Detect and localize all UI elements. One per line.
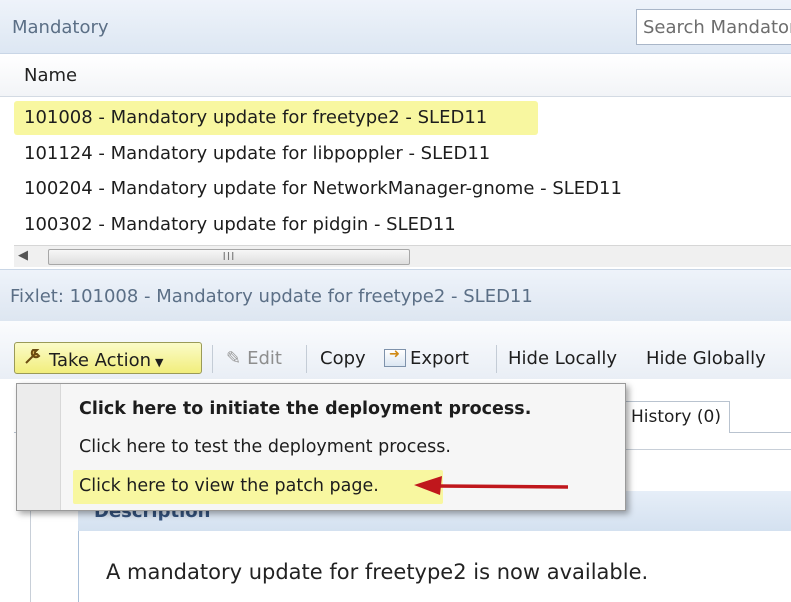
list-item[interactable]: 101008 - Mandatory update for freetype2 …	[14, 101, 538, 135]
search-input[interactable]: Search Mandatory	[636, 9, 791, 45]
list-item[interactable]: 101124 - Mandatory update for libpoppler…	[14, 137, 490, 171]
annotation-arrow-icon	[414, 476, 569, 495]
horizontal-scrollbar[interactable]: ◀ III	[14, 245, 791, 267]
description-text: A mandatory update for freetype2 is now …	[106, 560, 649, 584]
fixlet-title-bar: Fixlet: 101008 - Mandatory update for fr…	[0, 269, 791, 321]
scrollbar-thumb[interactable]: III	[48, 249, 410, 265]
take-action-button[interactable]: Take Action ▼	[14, 342, 202, 374]
copy-button[interactable]: Copy	[320, 348, 366, 369]
wrench-icon	[23, 346, 49, 371]
list-item[interactable]: 100302 - Mandatory update for pidgin - S…	[14, 208, 456, 242]
chevron-down-icon: ▼	[155, 356, 164, 369]
hide-globally-button[interactable]: Hide Globally	[646, 348, 766, 369]
toolbar-separator	[496, 345, 497, 373]
tab-action-history[interactable]: History (0)	[622, 401, 730, 433]
export-icon	[384, 347, 406, 367]
menu-icon-gutter	[17, 384, 61, 510]
toolbar-separator	[212, 345, 213, 373]
export-label: Export	[410, 348, 469, 369]
menu-item-test-deployment[interactable]: Click here to test the deployment proces…	[73, 431, 451, 465]
menu-item-view-patch-page[interactable]: Click here to view the patch page.	[73, 470, 443, 504]
header-bar: Mandatory Search Mandatory	[0, 0, 791, 54]
column-header-name[interactable]: Name	[0, 55, 791, 97]
edit-label: Edit	[247, 348, 282, 369]
take-action-label: Take Action	[49, 350, 151, 371]
hide-locally-button[interactable]: Hide Locally	[508, 348, 617, 369]
edit-button[interactable]: ✎ Edit	[226, 348, 282, 369]
list-item[interactable]: 100204 - Mandatory update for NetworkMan…	[14, 172, 622, 206]
panel-title: Mandatory	[12, 17, 109, 38]
scroll-left-icon[interactable]: ◀	[18, 248, 28, 263]
export-button[interactable]: Export	[384, 347, 469, 369]
toolbar-separator	[306, 345, 307, 373]
menu-item-initiate-deployment[interactable]: Click here to initiate the deployment pr…	[73, 393, 531, 427]
pencil-icon: ✎	[226, 348, 242, 369]
column-header-label: Name	[24, 65, 78, 86]
toolbar: Take Action ▼ ✎Edit Copy Export Hide Loca…	[0, 321, 791, 379]
fixlet-title: Fixlet: 101008 - Mandatory update for fr…	[10, 286, 533, 307]
